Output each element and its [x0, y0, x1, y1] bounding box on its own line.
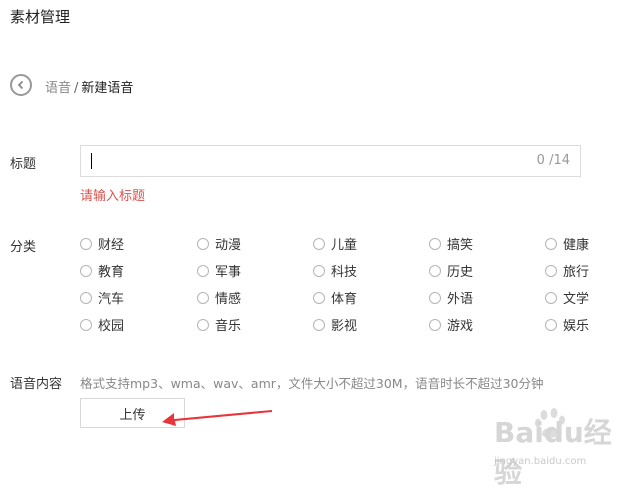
- radio-button[interactable]: [429, 291, 441, 304]
- category-option[interactable]: 历史: [429, 261, 473, 280]
- category-option-label: 汽车: [98, 292, 125, 307]
- category-option[interactable]: 儿童: [313, 234, 357, 253]
- content-format-hint: 格式支持mp3、wma、wav、amr，文件大小不超过30M，语音时长不超过30…: [80, 376, 544, 391]
- category-option[interactable]: 财经: [80, 234, 124, 253]
- category-option[interactable]: 体育: [313, 288, 357, 307]
- radio-button[interactable]: [197, 291, 209, 304]
- radio-button[interactable]: [429, 264, 441, 277]
- breadcrumb: 语音 / 新建语音: [45, 77, 133, 96]
- category-option-label: 动漫: [215, 238, 242, 253]
- category-option[interactable]: 搞笑: [429, 234, 473, 253]
- title-input[interactable]: [91, 151, 511, 171]
- red-arrow-annotation: [162, 410, 272, 426]
- category-option[interactable]: 校园: [80, 315, 124, 334]
- watermark-logo-text: Baidu经验: [494, 416, 612, 489]
- text-caret: [91, 153, 92, 169]
- category-option-label: 文学: [563, 292, 590, 307]
- title-field[interactable]: 0 /14: [80, 145, 581, 177]
- watermark-url: jingyan.baidu.com: [494, 456, 587, 467]
- radio-button[interactable]: [429, 237, 441, 250]
- category-option[interactable]: 情感: [197, 288, 241, 307]
- category-option[interactable]: 军事: [197, 261, 241, 280]
- category-option-label: 外语: [447, 292, 474, 307]
- radio-button[interactable]: [545, 264, 557, 277]
- baidu-watermark: Baidu经验 jingyan.baidu.com: [494, 406, 634, 489]
- title-label: 标题: [10, 157, 37, 172]
- category-label: 分类: [10, 240, 37, 255]
- radio-button[interactable]: [80, 291, 92, 304]
- category-option[interactable]: 旅行: [545, 261, 589, 280]
- breadcrumb-parent-link[interactable]: 语音: [45, 81, 71, 96]
- category-option[interactable]: 动漫: [197, 234, 241, 253]
- category-option-label: 娱乐: [563, 319, 590, 334]
- title-error-message: 请输入标题: [80, 189, 146, 204]
- radio-button[interactable]: [197, 237, 209, 250]
- category-option[interactable]: 音乐: [197, 315, 241, 334]
- content-label: 语音内容: [10, 377, 63, 392]
- title-char-count: 0 /14: [536, 153, 570, 168]
- radio-button[interactable]: [545, 237, 557, 250]
- category-option-label: 教育: [98, 265, 125, 280]
- category-option-label: 健康: [563, 238, 590, 253]
- radio-button[interactable]: [80, 318, 92, 331]
- category-option-label: 历史: [447, 265, 474, 280]
- category-option-label: 校园: [98, 319, 125, 334]
- category-option[interactable]: 汽车: [80, 288, 124, 307]
- category-option[interactable]: 游戏: [429, 315, 473, 334]
- back-button[interactable]: [10, 74, 32, 96]
- radio-button[interactable]: [197, 264, 209, 277]
- radio-button[interactable]: [80, 264, 92, 277]
- radio-button[interactable]: [545, 318, 557, 331]
- category-option[interactable]: 娱乐: [545, 315, 589, 334]
- category-option-label: 体育: [331, 292, 358, 307]
- radio-button[interactable]: [313, 264, 325, 277]
- radio-button[interactable]: [429, 318, 441, 331]
- page-title: 素材管理: [10, 8, 71, 26]
- category-option[interactable]: 影视: [313, 315, 357, 334]
- radio-button[interactable]: [80, 237, 92, 250]
- radio-button[interactable]: [313, 318, 325, 331]
- category-option-label: 游戏: [447, 319, 474, 334]
- radio-button[interactable]: [313, 237, 325, 250]
- category-option-label: 财经: [98, 238, 125, 253]
- radio-button[interactable]: [197, 318, 209, 331]
- category-option-label: 影视: [331, 319, 358, 334]
- category-option-label: 音乐: [215, 319, 242, 334]
- category-option[interactable]: 文学: [545, 288, 589, 307]
- category-option[interactable]: 科技: [313, 261, 357, 280]
- category-option-label: 旅行: [563, 265, 590, 280]
- category-option-label: 军事: [215, 265, 242, 280]
- breadcrumb-current: 新建语音: [81, 81, 134, 96]
- radio-button[interactable]: [313, 291, 325, 304]
- category-option[interactable]: 教育: [80, 261, 124, 280]
- category-option[interactable]: 健康: [545, 234, 589, 253]
- category-option[interactable]: 外语: [429, 288, 473, 307]
- category-option-label: 搞笑: [447, 238, 474, 253]
- category-option-label: 科技: [331, 265, 358, 280]
- breadcrumb-separator: /: [74, 81, 79, 96]
- radio-button[interactable]: [545, 291, 557, 304]
- category-option-label: 儿童: [331, 238, 358, 253]
- chevron-left-icon: [17, 80, 24, 90]
- category-option-label: 情感: [215, 292, 242, 307]
